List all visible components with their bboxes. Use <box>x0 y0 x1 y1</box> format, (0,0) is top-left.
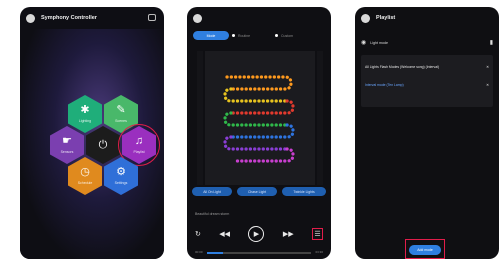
twinkle-button[interactable]: Twinkle Lights <box>282 187 326 196</box>
tab-custom[interactable]: Custom <box>281 34 293 38</box>
add-mode-button[interactable]: Add mode <box>409 245 441 255</box>
player-screen: Mode Routine Custom All On Light Chase L… <box>187 7 331 259</box>
track-caption: Beautiful dream storm <box>195 212 230 216</box>
next-icon[interactable]: ▶▶ <box>283 230 294 238</box>
mode-tabs: Mode Routine Custom <box>193 31 325 40</box>
playlist-screen: Playlist ◉ Light mode ▮ All Lights Flash… <box>355 7 499 259</box>
tab-routine[interactable]: Routine <box>238 34 272 38</box>
top-bar: Symphony Controller <box>20 7 164 29</box>
time-start: 00:00 <box>195 250 203 254</box>
clock-icon: ◷ <box>80 166 90 178</box>
app-title: Symphony Controller <box>41 15 97 21</box>
tab-separator <box>275 34 278 37</box>
light-mode-row: ◉ Light mode ▮ <box>361 39 493 46</box>
led-strip-preview <box>223 75 295 163</box>
time-end: 03:30 <box>315 250 323 254</box>
playlist-button[interactable]: ☰ <box>312 228 323 240</box>
wand-icon: ✎ <box>116 104 126 116</box>
playlist-list: All Lights Flash Modes (Welcome song) (I… <box>361 55 493 107</box>
close-icon[interactable]: ✕ <box>486 65 489 69</box>
stage-left-edge <box>197 51 203 185</box>
effect-buttons: All On Light Chase Light Twinkle Lights <box>192 187 326 196</box>
home-screen: Symphony Controller ✱ Lighting ✎ Scenes … <box>20 7 164 259</box>
list-item[interactable]: Interval mode (Ten Lamp) ✕ <box>365 83 489 87</box>
repeat-icon[interactable]: ↻ <box>195 230 201 238</box>
tab-separator <box>232 34 235 37</box>
progress-bar[interactable] <box>207 252 311 254</box>
back-icon[interactable] <box>26 13 35 23</box>
power-icon: ⏻ <box>98 138 108 151</box>
play-button[interactable]: ▶ <box>248 226 265 242</box>
close-icon[interactable]: ✕ <box>486 83 489 87</box>
trash-icon[interactable]: ▮ <box>490 39 493 46</box>
chase-button[interactable]: Chase Light <box>237 187 277 196</box>
gear-icon: ⚙ <box>116 166 126 178</box>
stage-right-edge <box>317 51 323 185</box>
hand-icon: ☛ <box>62 135 72 147</box>
top-bar <box>187 7 331 29</box>
playlist-title: Playlist <box>376 15 396 21</box>
list-item[interactable]: All Lights Flash Modes (Welcome song) (I… <box>365 65 489 69</box>
play-icon: ▶ <box>253 231 260 238</box>
eye-icon: ◉ <box>361 40 367 46</box>
playlist-icon: ☰ <box>314 231 321 238</box>
all-on-button[interactable]: All On Light <box>192 187 232 196</box>
list-label: Light mode <box>370 40 389 45</box>
back-icon[interactable] <box>361 13 370 23</box>
back-icon[interactable] <box>193 13 202 23</box>
player-controls: ↻ ◀◀ ▶ ▶▶ ☰ <box>195 223 323 245</box>
tab-mode[interactable]: Mode <box>193 31 229 40</box>
menu-icon[interactable] <box>148 14 156 21</box>
sparkle-icon: ✱ <box>80 104 90 116</box>
top-bar: Playlist <box>355 7 499 29</box>
light-preview <box>205 51 315 185</box>
previous-icon[interactable]: ◀◀ <box>219 230 230 238</box>
progress-fill <box>207 252 223 254</box>
